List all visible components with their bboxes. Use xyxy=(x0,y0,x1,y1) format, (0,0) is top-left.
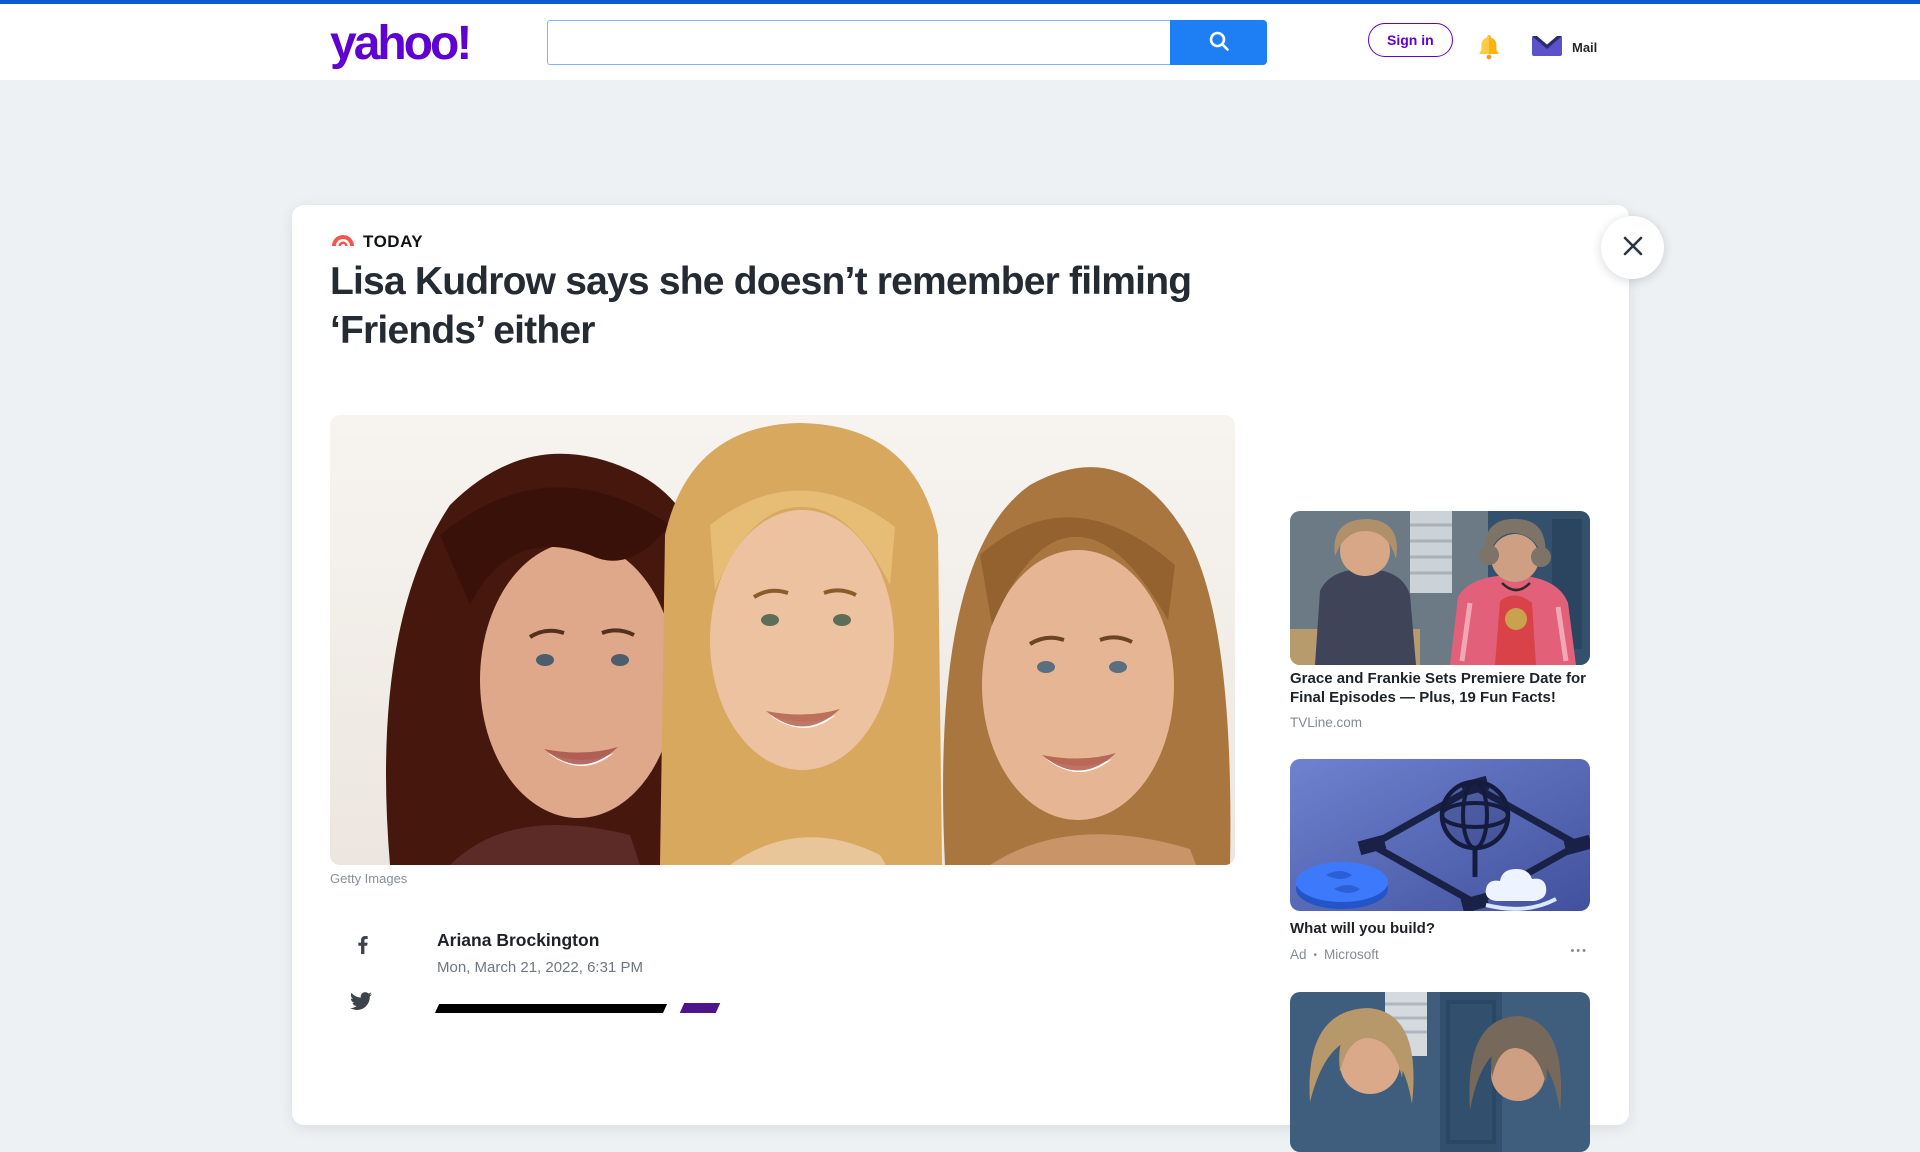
publisher-brand[interactable]: TODAY xyxy=(330,231,423,252)
ad-more-options-icon[interactable]: ••• xyxy=(1570,945,1588,957)
embed-progress-bar xyxy=(435,1004,667,1013)
sign-in-button[interactable]: Sign in xyxy=(1368,23,1453,57)
sidebar-item-image[interactable] xyxy=(1290,511,1590,665)
close-icon xyxy=(1621,234,1645,261)
author-name[interactable]: Ariana Brockington xyxy=(437,930,599,951)
header: yahoo! Sign in Mail xyxy=(0,4,1920,80)
ad-label: Ad xyxy=(1290,947,1307,962)
sidebar-ad-image[interactable] xyxy=(1290,759,1590,911)
mail-link[interactable]: Mail xyxy=(1532,32,1597,63)
sidebar-item-source: TVLine.com xyxy=(1290,715,1362,730)
today-sunrise-icon xyxy=(330,231,356,252)
search-button[interactable] xyxy=(1170,20,1267,65)
article-hero-image xyxy=(330,415,1235,865)
sidebar-ad-title[interactable]: What will you build? xyxy=(1290,919,1586,938)
mail-envelope-icon xyxy=(1532,32,1562,63)
search-input[interactable] xyxy=(547,20,1170,65)
notifications-bell-icon[interactable] xyxy=(1476,33,1502,61)
search-icon xyxy=(1207,29,1231,56)
publish-date: Mon, March 21, 2022, 6:31 PM xyxy=(437,959,643,976)
brand-name: TODAY xyxy=(363,232,423,252)
ad-bullet: • xyxy=(1314,950,1318,961)
facebook-share-icon[interactable] xyxy=(350,932,376,958)
twitter-share-icon[interactable] xyxy=(348,988,374,1014)
sidebar-ad-attribution: Ad • Microsoft xyxy=(1290,947,1590,962)
mail-label: Mail xyxy=(1572,40,1597,55)
sidebar-item-image[interactable] xyxy=(1290,992,1590,1152)
sidebar: Grace and Frankie Sets Premiere Date for… xyxy=(1290,205,1590,1125)
article-card: TODAY Lisa Kudrow says she doesn’t remem… xyxy=(292,205,1629,1125)
image-credit: Getty Images xyxy=(330,871,407,886)
yahoo-logo[interactable]: yahoo! xyxy=(330,16,469,71)
close-button[interactable] xyxy=(1601,216,1664,279)
article-headline: Lisa Kudrow says she doesn’t remember fi… xyxy=(330,257,1250,355)
ad-source: Microsoft xyxy=(1324,947,1379,962)
embed-progress-accent xyxy=(680,1003,720,1013)
sidebar-item-title[interactable]: Grace and Frankie Sets Premiere Date for… xyxy=(1290,669,1586,707)
search-bar xyxy=(547,20,1267,65)
